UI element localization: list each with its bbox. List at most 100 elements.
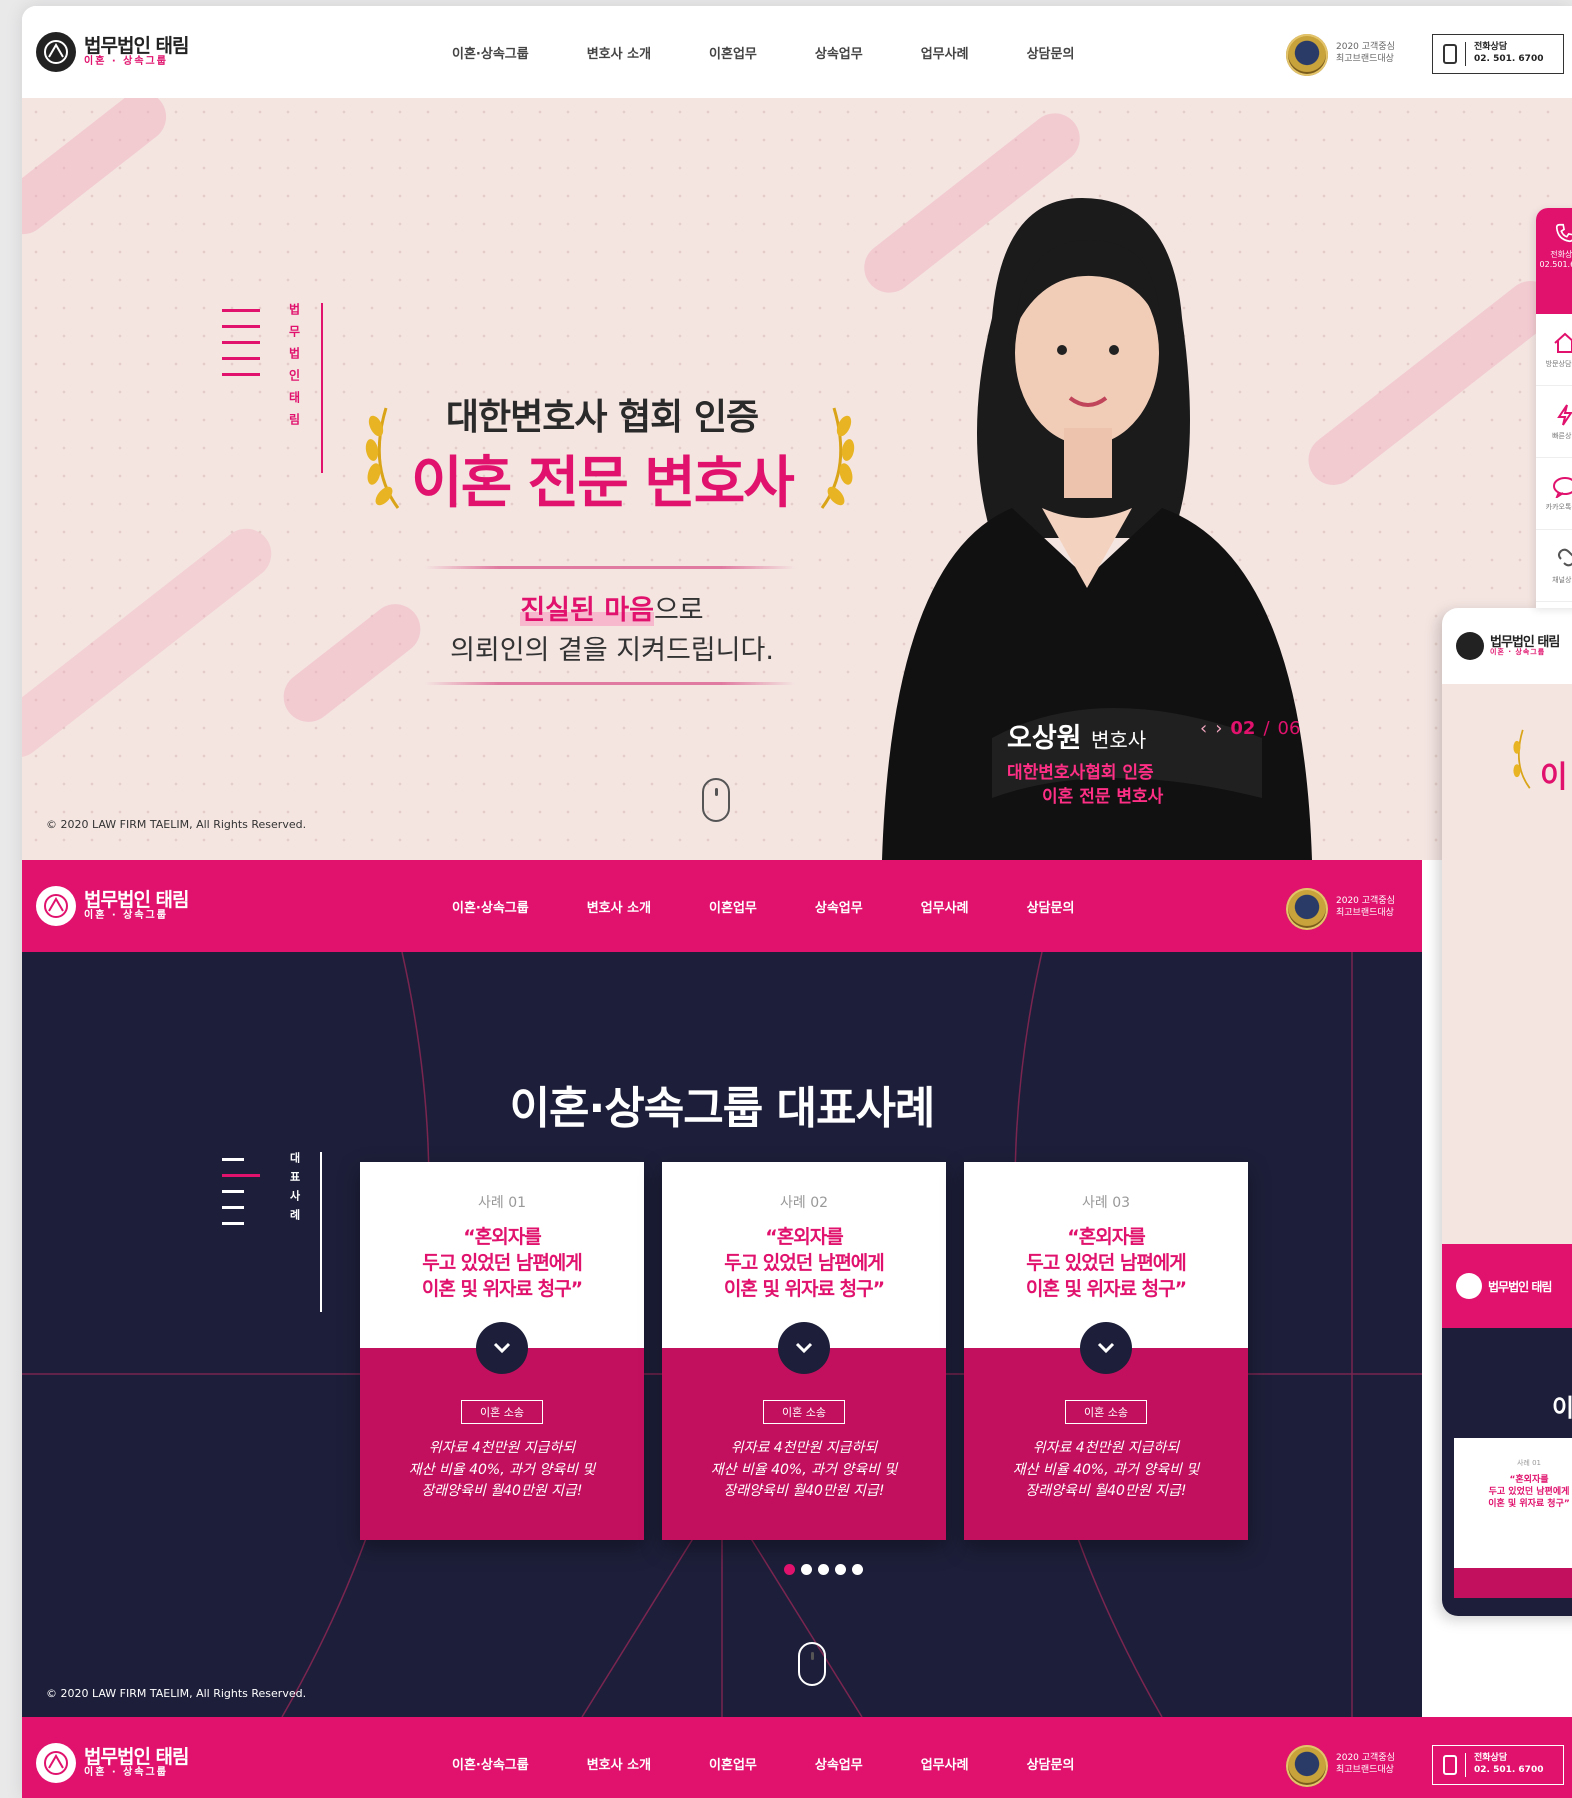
mobile-cases-title: 이혼 <box>1552 1394 1572 1422</box>
copyright: © 2020 LAW FIRM TAELIM, All Rights Reser… <box>46 818 307 831</box>
scroll-down-icon[interactable] <box>798 1642 826 1686</box>
case-quote: “혼외자를 두고 있었던 남편에게 이혼 및 위자료 청구” <box>723 1226 885 1301</box>
case-card[interactable]: 사례 02 “혼외자를 두고 있었던 남편에게 이혼 및 위자료 청구” 이혼 소송… <box>662 1162 946 1540</box>
nav-item-contact[interactable]: 상담문의 <box>1027 1754 1075 1773</box>
nav-item-contact[interactable]: 상담문의 <box>1027 43 1075 62</box>
slide-current: 02 <box>1230 718 1256 739</box>
case-number: 사례 03 <box>1081 1195 1131 1211</box>
hero-section: 법무법인태림 대한변호사 협회 인증 이혼 전문 변호사 진실된 마음으로 의뢰… <box>22 98 1572 860</box>
case-number: 사례 01 <box>477 1195 527 1211</box>
page-frame: 법무법인 태림 이혼 · 상속그룹 이혼·상속그룹 변호사 소개 이혼업무 상속… <box>22 6 1572 1798</box>
nav-item-lawyers[interactable]: 변호사 소개 <box>587 43 651 62</box>
hero-subtitle: 대한변호사 협회 인증 <box>445 397 759 438</box>
phone-button[interactable]: 전화상담 02. 501. 6700 <box>1432 34 1564 74</box>
nav-item-inheritance[interactable]: 상속업무 <box>815 897 863 916</box>
nav-item-divorce-group[interactable]: 이혼·상속그룹 <box>452 897 529 916</box>
site-logo[interactable]: 법무법인 태림 이혼 · 상속그룹 <box>36 886 189 926</box>
logo-emblem-icon <box>1456 1273 1482 1299</box>
rail-item-kakao[interactable]: 카카오톡상담 <box>1536 458 1572 530</box>
award-seal-icon <box>1286 34 1328 76</box>
cases-title: 이혼·상속그룹 대표사례 <box>509 1083 936 1134</box>
pager-dot[interactable] <box>818 1564 829 1575</box>
award-text: 2020 고객중심 최고브랜드대상 <box>1336 896 1395 918</box>
logo-name: 법무법인 태림 <box>84 34 189 57</box>
nav-item-lawyers[interactable]: 변호사 소개 <box>587 1754 651 1773</box>
case-number: 사례 02 <box>779 1195 829 1211</box>
case-description: 위자료 4천만원 지급하되 재산 비율 40%, 과거 양육비 및 장래양육비 월4… <box>710 1440 898 1500</box>
cases-pager <box>784 1564 863 1575</box>
award-seal-icon <box>1286 888 1328 930</box>
nav-item-cases[interactable]: 업무사례 <box>921 1754 969 1773</box>
pager-dot[interactable] <box>835 1564 846 1575</box>
next-arrow-icon[interactable]: › <box>1215 718 1222 739</box>
nav-item-inheritance[interactable]: 상속업무 <box>815 1754 863 1773</box>
nav-item-divorce[interactable]: 이혼업무 <box>709 43 757 62</box>
award-seal-icon <box>1286 1745 1328 1787</box>
pager-dot[interactable] <box>852 1564 863 1575</box>
chat-bubble-icon <box>1553 476 1572 498</box>
copyright: © 2020 LAW FIRM TAELIM, All Rights Reser… <box>46 1687 307 1700</box>
cases-side-label: 대표사례 <box>286 1152 322 1312</box>
divider <box>425 682 795 685</box>
main-nav: 이혼·상속그룹 변호사 소개 이혼업무 상속업무 업무사례 상담문의 <box>452 860 1132 952</box>
phone-label: 전화상담 <box>1474 42 1508 53</box>
site-logo[interactable]: 법무법인 태림 이혼 · 상속그룹 <box>36 32 189 72</box>
cases-side-indicator: 대표사례 <box>222 1152 322 1312</box>
nav-item-inheritance[interactable]: 상속업무 <box>815 43 863 62</box>
phone-button[interactable]: 전화상담 02. 501. 6700 <box>1432 1745 1564 1785</box>
case-tag: 이혼 소송 <box>763 1400 845 1424</box>
nav-item-divorce-group[interactable]: 이혼·상속그룹 <box>452 1754 529 1773</box>
logo-sub: 이혼 · 상속그룹 <box>84 55 168 67</box>
nav-item-contact[interactable]: 상담문의 <box>1027 897 1075 916</box>
nav-item-divorce[interactable]: 이혼업무 <box>709 1754 757 1773</box>
case-description: 위자료 4천만원 지급하되 재산 비율 40%, 과거 양육비 및 장래양육비 월4… <box>1012 1440 1200 1500</box>
logo-emblem-icon <box>36 32 76 72</box>
lawyer-name: 오상원 변호사 <box>1007 723 1147 754</box>
phone-number: 02. 501. 6700 <box>1474 54 1544 64</box>
mobile-hero: 이 <box>1442 684 1572 1244</box>
nav-item-divorce-group[interactable]: 이혼·상속그룹 <box>452 43 529 62</box>
hero-side-label: 법무법인태림 <box>286 303 323 473</box>
lawyer-tag-line2: 이혼 전문 변호사 <box>1042 787 1164 807</box>
cases-section: 이혼·상속그룹 대표사례 대표사례 사례 01 “혼외자를 두고 있었던 남편에게… <box>22 952 1422 1717</box>
logo-emblem-icon <box>1456 632 1484 660</box>
hero-desc-line1: 진실된 마음으로 <box>520 595 704 626</box>
rail-item-visit[interactable]: 방문상담신청 <box>1536 314 1572 386</box>
case-tag: 이혼 소송 <box>1065 1400 1147 1424</box>
slide-controls: ‹ › 02 / 06 <box>1200 718 1301 739</box>
main-nav: 이혼·상속그룹 변호사 소개 이혼업무 상속업무 업무사례 상담문의 <box>452 1717 1132 1798</box>
nav-item-lawyers[interactable]: 변호사 소개 <box>587 897 651 916</box>
rail-item-channel[interactable]: 채널상담 <box>1536 530 1572 602</box>
case-quote: “혼외자를 두고 있었던 남편에게 이혼 및 위자료 청구” <box>421 1226 583 1301</box>
case-card[interactable]: 사례 03 “혼외자를 두고 있었던 남편에게 이혼 및 위자료 청구” 이혼 소송… <box>964 1162 1248 1540</box>
site-logo[interactable]: 법무법인 태림 이혼 · 상속그룹 <box>36 1743 189 1783</box>
nav-item-divorce[interactable]: 이혼업무 <box>709 897 757 916</box>
nav-item-cases[interactable]: 업무사례 <box>921 43 969 62</box>
phone-icon <box>1443 1755 1457 1775</box>
mobile-case-card[interactable]: 사례 01 “혼외자를 두고 있었던 남편에게 이혼 및 위자료 청구” <box>1454 1438 1572 1598</box>
sticky-nav-bar: 법무법인 태림 이혼 · 상속그룹 이혼·상속그룹 변호사 소개 이혼업무 상속… <box>22 860 1422 952</box>
site-header: 법무법인 태림 이혼 · 상속그룹 이혼·상속그룹 변호사 소개 이혼업무 상속… <box>22 6 1572 98</box>
divider <box>425 566 795 569</box>
nav-item-cases[interactable]: 업무사례 <box>921 897 969 916</box>
rail-item-quick[interactable]: 빠른상담 <box>1536 386 1572 458</box>
rail-call-button[interactable]: 전화상담02.501.6700 <box>1536 208 1572 314</box>
case-card[interactable]: 사례 01 “혼외자를 두고 있었던 남편에게 이혼 및 위자료 청구” 이혼 소송… <box>360 1162 644 1540</box>
award-text: 2020 고객중심 최고브랜드대상 <box>1336 1753 1395 1775</box>
logo-emblem-icon <box>36 886 76 926</box>
chevron-down-icon[interactable] <box>778 1322 830 1374</box>
pager-dot[interactable] <box>801 1564 812 1575</box>
chevron-down-icon[interactable] <box>1080 1322 1132 1374</box>
laurel-left-icon <box>1513 729 1531 789</box>
scroll-down-icon[interactable] <box>702 778 730 822</box>
case-quote: “혼외자를 두고 있었던 남편에게 이혼 및 위자료 청구” <box>1025 1226 1187 1301</box>
prev-arrow-icon[interactable]: ‹ <box>1200 718 1207 739</box>
chevron-down-icon[interactable] <box>476 1322 528 1374</box>
pager-dot[interactable] <box>784 1564 795 1575</box>
main-nav: 이혼·상속그룹 변호사 소개 이혼업무 상속업무 업무사례 상담문의 <box>452 6 1132 98</box>
clip-icon <box>1558 548 1572 566</box>
mobile-preview: 법무법인 태림 이혼 · 상속그룹 이 법무법인 태림 이혼 사례 01 “혼외… <box>1442 608 1572 1616</box>
lawyer-tag-line1: 대한변호사협회 인증 <box>1007 763 1154 783</box>
award-text: 2020 고객중심 최고브랜드대상 <box>1336 42 1395 64</box>
lightning-icon <box>1557 403 1572 426</box>
